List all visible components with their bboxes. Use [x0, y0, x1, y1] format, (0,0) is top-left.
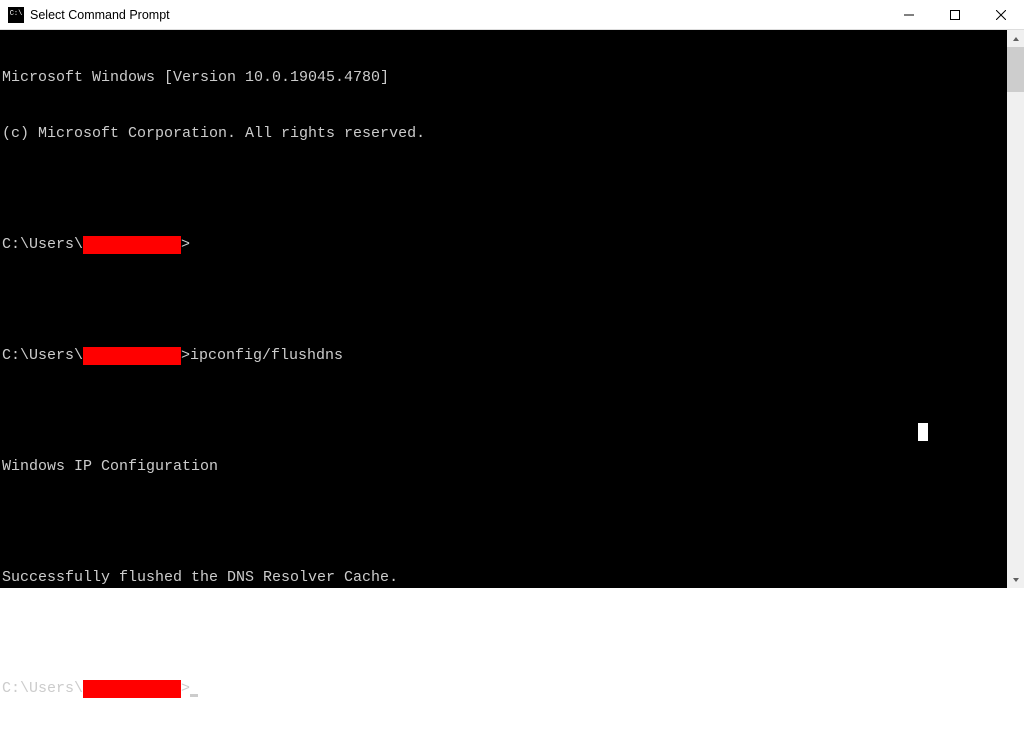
prompt-prefix: C:\Users\	[2, 680, 83, 699]
prompt-prefix: C:\Users\	[2, 236, 83, 255]
terminal-line: (c) Microsoft Corporation. All rights re…	[2, 125, 425, 144]
chevron-down-icon	[1012, 576, 1020, 584]
command-text: ipconfig/flushdns	[190, 347, 343, 366]
terminal-line: Microsoft Windows [Version 10.0.19045.47…	[2, 69, 389, 88]
terminal-cursor	[190, 694, 198, 697]
maximize-icon	[950, 10, 960, 20]
terminal-content[interactable]: Microsoft Windows [Version 10.0.19045.47…	[0, 30, 1007, 588]
terminal-area[interactable]: Microsoft Windows [Version 10.0.19045.47…	[0, 30, 1024, 588]
prompt-suffix: >	[181, 236, 190, 255]
minimize-button[interactable]	[886, 0, 932, 29]
mouse-text-cursor	[918, 423, 928, 441]
window-title: Select Command Prompt	[30, 8, 170, 22]
scroll-up-button[interactable]	[1007, 30, 1024, 47]
prompt-prefix: C:\Users\	[2, 347, 83, 366]
prompt-suffix: >	[181, 347, 190, 366]
scroll-down-button[interactable]	[1007, 571, 1024, 588]
vertical-scrollbar[interactable]	[1007, 30, 1024, 588]
scroll-track[interactable]	[1007, 47, 1024, 571]
titlebar[interactable]: Select Command Prompt	[0, 0, 1024, 30]
scroll-thumb[interactable]	[1007, 47, 1024, 92]
cmd-icon	[8, 7, 24, 23]
output-message: Successfully flushed the DNS Resolver Ca…	[2, 569, 398, 588]
redacted-username	[83, 347, 181, 365]
close-button[interactable]	[978, 0, 1024, 29]
minimize-icon	[904, 10, 914, 20]
chevron-up-icon	[1012, 35, 1020, 43]
window-controls	[886, 0, 1024, 29]
output-header: Windows IP Configuration	[2, 458, 218, 477]
redacted-username	[83, 680, 181, 698]
prompt-suffix: >	[181, 680, 190, 699]
redacted-username	[83, 236, 181, 254]
maximize-button[interactable]	[932, 0, 978, 29]
close-icon	[996, 10, 1006, 20]
